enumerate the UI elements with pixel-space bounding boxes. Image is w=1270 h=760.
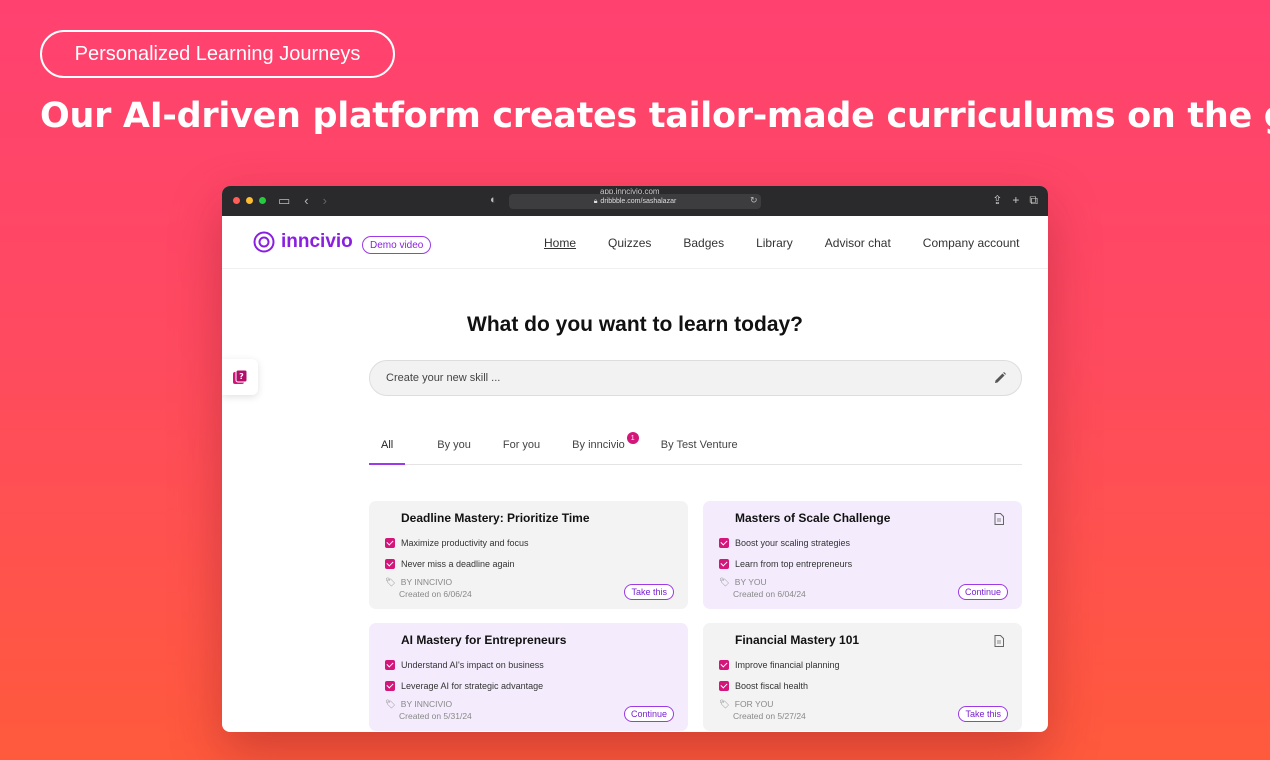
demo-video-button[interactable]: Demo video xyxy=(362,236,432,254)
address-bar[interactable]: 🔒︎ dribbble.com/sashalazar xyxy=(509,194,761,209)
card-point: Leverage AI for strategic advantage xyxy=(385,675,688,696)
card-meta: 🏷︎ BY INNCIVIO Created on 6/06/24 xyxy=(385,577,472,599)
logo[interactable]: inncivio xyxy=(253,231,353,253)
card-point: Improve financial planning xyxy=(719,654,1022,675)
nav-quizzes[interactable]: Quizzes xyxy=(608,236,651,250)
continue-button[interactable]: Continue xyxy=(623,706,674,722)
skill-search-bar[interactable] xyxy=(369,360,1022,396)
logo-text: inncivio xyxy=(281,231,353,252)
card-meta: 🏷︎ BY INNCIVIO Created on 5/31/24 xyxy=(385,699,472,721)
new-tab-icon[interactable]: + xyxy=(1012,193,1019,208)
top-nav: inncivio Demo video Home Quizzes Badges … xyxy=(222,216,1048,269)
tab-by-test-venture[interactable]: By Test Venture xyxy=(661,432,738,464)
course-card[interactable]: Masters of Scale Challenge Boost your sc… xyxy=(703,501,1022,609)
card-meta: 🏷︎ FOR YOU Created on 5/27/24 xyxy=(719,699,806,721)
share-icon[interactable]: ⇪ xyxy=(992,193,1002,208)
reload-icon[interactable]: ↻ xyxy=(750,195,758,206)
course-card[interactable]: AI Mastery for Entrepreneurs Understand … xyxy=(369,623,688,731)
main-menu: Home Quizzes Badges Library Advisor chat… xyxy=(544,236,1020,250)
tag-icon: 🏷︎ xyxy=(385,699,396,709)
card-title: AI Mastery for Entrepreneurs xyxy=(401,633,567,647)
checkbox-icon xyxy=(385,558,395,569)
back-icon[interactable]: ‹ xyxy=(304,193,308,209)
card-point: Learn from top entrepreneurs xyxy=(719,553,1022,574)
continue-button[interactable]: Continue xyxy=(957,584,1008,600)
tab-by-you[interactable]: By you xyxy=(437,432,471,464)
tab-for-you[interactable]: For you xyxy=(503,432,540,464)
checkbox-icon xyxy=(385,659,395,670)
tag-icon: 🏷︎ xyxy=(719,699,730,709)
course-card[interactable]: Financial Mastery 101 Improve financial … xyxy=(703,623,1022,731)
tag-icon: 🏷︎ xyxy=(719,577,730,587)
card-meta: 🏷︎ BY YOU Created on 6/04/24 xyxy=(719,577,806,599)
minimize-dot[interactable] xyxy=(246,197,253,204)
take-this-button[interactable]: Take this xyxy=(624,584,674,600)
card-title: Deadline Mastery: Prioritize Time xyxy=(401,511,590,525)
browser-chrome: ▭ ‹ › ◐ app.inncivio.com 🔒︎ dribbble.com… xyxy=(222,186,1048,216)
nav-company-account[interactable]: Company account xyxy=(923,236,1020,250)
tab-by-inncivio[interactable]: By inncivio 1 xyxy=(572,432,639,464)
checkbox-icon xyxy=(719,558,729,569)
take-this-button[interactable]: Take this xyxy=(958,706,1008,722)
lock-icon: 🔒︎ xyxy=(593,197,598,205)
window-controls xyxy=(233,197,266,204)
hero-pill: Personalized Learning Journeys xyxy=(40,30,395,78)
hero-headline: Our AI-driven platform creates tailor-ma… xyxy=(40,96,1270,136)
tag-icon: 🏷︎ xyxy=(385,577,396,587)
sidebar-toggle-icon[interactable]: ▭ xyxy=(278,193,290,209)
checkbox-icon xyxy=(719,537,729,548)
forward-icon[interactable]: › xyxy=(323,193,327,209)
card-point: Boost fiscal health xyxy=(719,675,1022,696)
document-icon[interactable] xyxy=(994,635,1004,647)
card-point: Never miss a deadline again xyxy=(385,553,688,574)
card-title: Financial Mastery 101 xyxy=(735,633,860,647)
nav-home[interactable]: Home xyxy=(544,236,576,250)
checkbox-icon xyxy=(719,659,729,670)
privacy-shield-icon[interactable]: ◐ xyxy=(490,194,497,206)
nav-advisor-chat[interactable]: Advisor chat xyxy=(825,236,891,250)
maximize-dot[interactable] xyxy=(259,197,266,204)
card-point: Maximize productivity and focus xyxy=(385,532,688,553)
card-point: Understand AI's impact on business xyxy=(385,654,688,675)
browser-window: ▭ ‹ › ◐ app.inncivio.com 🔒︎ dribbble.com… xyxy=(222,186,1048,732)
course-card[interactable]: Deadline Mastery: Prioritize Time Maximi… xyxy=(369,501,688,609)
checkbox-icon xyxy=(385,537,395,548)
checkbox-icon xyxy=(385,680,395,691)
logo-icon xyxy=(253,231,275,253)
notification-badge: 1 xyxy=(626,432,639,444)
card-title: Masters of Scale Challenge xyxy=(735,511,891,525)
quiz-shortcut-button[interactable]: ? xyxy=(222,359,258,395)
address-url: dribbble.com/sashalazar xyxy=(600,198,677,205)
card-point: Boost your scaling strategies xyxy=(719,532,1022,553)
skill-input[interactable] xyxy=(386,361,976,395)
tabs-overview-icon[interactable]: ⧉ xyxy=(1029,193,1038,208)
tab-all[interactable]: All xyxy=(368,432,406,465)
document-icon[interactable] xyxy=(994,513,1004,525)
page-title: What do you want to learn today? xyxy=(467,313,803,336)
checkbox-icon xyxy=(719,680,729,691)
filter-tabs: All By you For you By inncivio 1 By Test… xyxy=(368,432,1022,465)
quiz-icon: ? xyxy=(233,369,248,384)
pencil-icon[interactable] xyxy=(993,371,1007,385)
svg-text:?: ? xyxy=(239,372,244,381)
close-dot[interactable] xyxy=(233,197,240,204)
nav-badges[interactable]: Badges xyxy=(683,236,724,250)
nav-library[interactable]: Library xyxy=(756,236,793,250)
